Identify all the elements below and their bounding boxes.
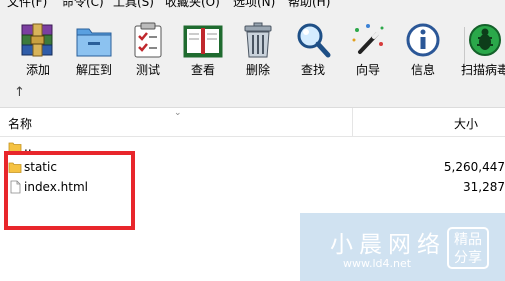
delete-icon (244, 22, 272, 58)
virus-scan-button[interactable]: 扫描病毒 (460, 16, 505, 77)
menu-help[interactable]: 帮助(H) (288, 0, 330, 10)
watermark-badge-line1: 精品 (454, 232, 482, 248)
info-label: 信息 (410, 63, 435, 77)
wizard-button[interactable]: 向导 (343, 16, 393, 77)
address-bar: ↑ (0, 79, 505, 108)
find-icon (297, 23, 331, 58)
file-list-header: 名称 ⌄ 大小 (0, 108, 505, 137)
delete-label: 删除 (245, 63, 270, 77)
find-label: 查找 (300, 63, 325, 77)
extract-to-button[interactable]: 解压到 (69, 16, 119, 77)
delete-button[interactable]: 删除 (233, 16, 283, 77)
watermark-badge-line2: 分享 (454, 250, 482, 266)
view-label: 查看 (190, 63, 215, 77)
info-icon (406, 23, 440, 57)
column-divider[interactable] (352, 108, 353, 136)
add-button[interactable]: 添加 (13, 16, 63, 77)
find-button[interactable]: 查找 (288, 16, 338, 77)
toolbar: 添加 解压到 测试 查看 删除 查找 向导 信息 扫描病毒 (0, 11, 505, 79)
watermark-badge: 精品 分享 (447, 227, 489, 269)
red-highlight-box (4, 151, 135, 230)
up-arrow-icon[interactable]: ↑ (14, 86, 25, 99)
wizard-label: 向导 (355, 63, 380, 77)
menu-bar: 文件(F) 命令(C) 工具(S) 收藏夹(O) 选项(N) 帮助(H) (0, 0, 505, 11)
menu-options[interactable]: 选项(N) (233, 0, 275, 10)
info-button[interactable]: 信息 (398, 16, 448, 77)
column-name-header[interactable]: 名称 (8, 115, 32, 132)
watermark: 小晨网络 www.ld4.net 精品 分享 (300, 213, 505, 281)
extract-to-label: 解压到 (75, 63, 112, 77)
virus-scan-icon (469, 24, 501, 56)
add-archive-icon (21, 23, 53, 57)
test-icon (134, 22, 162, 58)
extract-to-icon (76, 28, 112, 57)
menu-tools[interactable]: 工具(S) (113, 0, 154, 10)
wizard-icon (352, 24, 384, 54)
add-label: 添加 (25, 63, 50, 77)
test-button[interactable]: 测试 (123, 16, 173, 77)
sort-caret-icon: ⌄ (174, 108, 182, 118)
watermark-text: 小晨网络 (330, 232, 446, 258)
column-size-header[interactable]: 大小 (454, 115, 478, 132)
test-label: 测试 (135, 63, 160, 77)
view-icon (183, 25, 223, 58)
menu-commands[interactable]: 命令(C) (62, 0, 104, 10)
watermark-url: www.ld4.net (343, 257, 412, 270)
virus-scan-label: 扫描病毒 (460, 63, 505, 77)
menu-favorites[interactable]: 收藏夹(O) (165, 0, 220, 10)
view-button[interactable]: 查看 (178, 16, 228, 77)
menu-file[interactable]: 文件(F) (7, 0, 47, 10)
